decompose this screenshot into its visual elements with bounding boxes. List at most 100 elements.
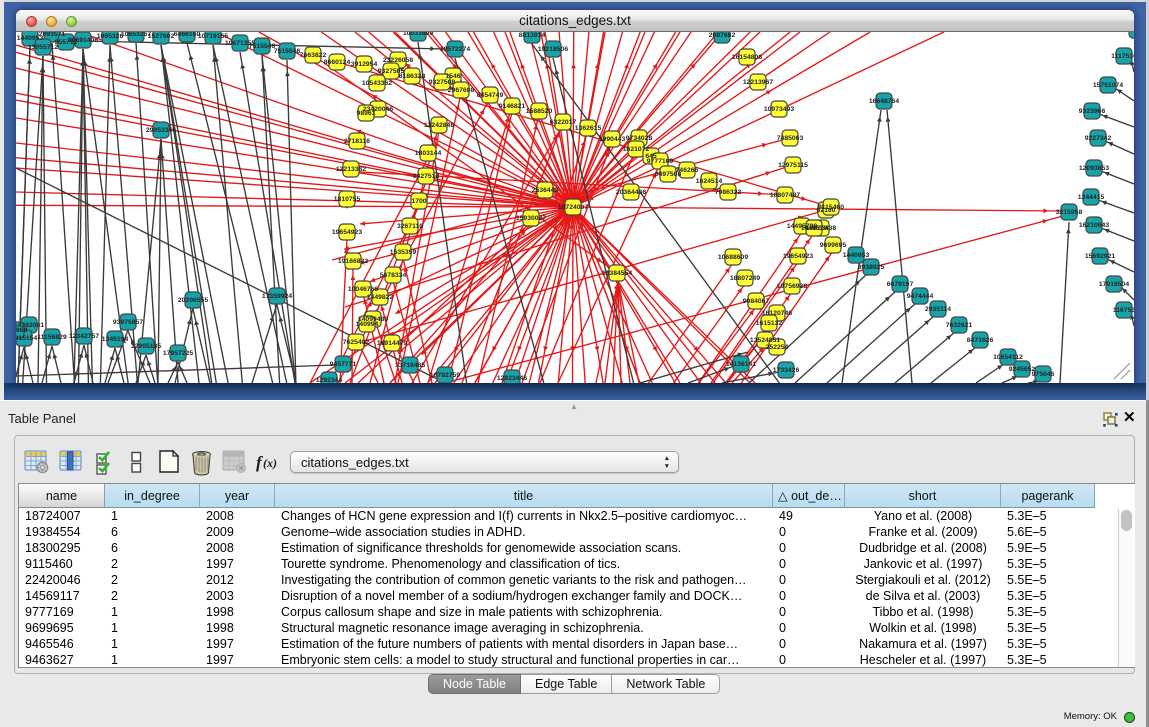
svg-text:971868: 971868	[16, 327, 28, 334]
svg-text:1624514: 1624514	[696, 178, 723, 185]
svg-text:3267110: 3267110	[397, 223, 423, 230]
svg-text:6679197: 6679197	[887, 281, 914, 288]
svg-text:23226058: 23226058	[383, 57, 413, 64]
svg-text:8660124: 8660124	[324, 59, 351, 66]
svg-text:2087682: 2087682	[709, 32, 736, 39]
svg-text:(x): (x)	[263, 456, 277, 470]
svg-text:1362615: 1362615	[575, 125, 602, 132]
svg-text:7515546: 7515546	[249, 43, 276, 50]
svg-text:16914479: 16914479	[377, 340, 407, 347]
svg-text:10653267: 10653267	[121, 32, 151, 38]
svg-text:20691406: 20691406	[68, 37, 98, 44]
svg-text:8454749: 8454749	[477, 92, 504, 99]
svg-text:6466160: 6466160	[174, 32, 201, 38]
svg-text:2935114: 2935114	[925, 306, 951, 313]
svg-text:1449579: 1449579	[801, 225, 828, 232]
svg-text:3915154: 3915154	[16, 335, 37, 342]
svg-text:9457771: 9457771	[330, 361, 357, 368]
svg-text:1292344: 1292344	[316, 377, 343, 383]
svg-text:7663822: 7663822	[300, 52, 327, 59]
svg-text:9146821: 9146821	[499, 103, 526, 110]
svg-text:1440953: 1440953	[843, 252, 870, 259]
svg-text:14136141: 14136141	[726, 361, 756, 368]
svg-text:12905135: 12905135	[131, 343, 161, 350]
svg-text:7625402: 7625402	[343, 339, 370, 346]
svg-text:18724007: 18724007	[558, 204, 588, 211]
svg-text:12213967: 12213967	[743, 79, 773, 86]
svg-text:10688609: 10688609	[718, 254, 748, 261]
svg-text:7515546: 7515546	[274, 48, 301, 55]
svg-text:140994: 140994	[356, 321, 379, 328]
svg-text:8186328: 8186328	[399, 73, 426, 80]
svg-text:1615132: 1615132	[756, 320, 783, 327]
svg-text:17359924: 17359924	[262, 293, 292, 300]
svg-text:5678334: 5678334	[380, 272, 407, 279]
svg-text:16782759: 16782759	[430, 372, 460, 379]
svg-text:2536443: 2536443	[532, 187, 559, 194]
svg-text:7986322: 7986322	[715, 189, 742, 196]
svg-text:93975857: 93975857	[113, 319, 143, 326]
svg-text:10973493: 10973493	[764, 106, 794, 113]
svg-text:19572274: 19572274	[440, 46, 470, 53]
svg-text:16154808: 16154808	[732, 54, 762, 61]
svg-text:10543362: 10543362	[362, 80, 392, 87]
svg-text:1527602: 1527602	[148, 33, 175, 40]
svg-text:12342757: 12342757	[69, 333, 99, 340]
svg-text:17016504: 17016504	[1099, 281, 1129, 288]
svg-text:8938925: 8938925	[858, 264, 885, 271]
svg-text:3912954: 3912954	[351, 61, 378, 68]
svg-text:12923446: 12923446	[497, 375, 527, 382]
svg-text:12093853: 12093853	[1079, 165, 1109, 172]
svg-text:16210643: 16210643	[1079, 222, 1109, 229]
svg-text:15751074: 15751074	[1093, 82, 1123, 89]
svg-text:19654923: 19654923	[783, 253, 813, 260]
svg-text:1621072: 1621072	[623, 146, 650, 153]
svg-text:975046: 975046	[1032, 371, 1055, 378]
svg-text:8813014: 8813014	[519, 32, 546, 39]
svg-text:20364436: 20364436	[616, 189, 646, 196]
svg-text:1345194: 1345194	[102, 336, 129, 343]
svg-text:10654112: 10654112	[993, 354, 1023, 361]
svg-text:9323966: 9323966	[1079, 108, 1106, 115]
svg-text:12975115: 12975115	[778, 162, 808, 169]
svg-text:1588520: 1588520	[526, 108, 553, 115]
svg-text:9115460: 9115460	[818, 204, 844, 211]
svg-text:1449822: 1449822	[367, 294, 394, 301]
svg-text:9699695: 9699695	[820, 242, 847, 249]
svg-text:9084067: 9084067	[743, 298, 770, 305]
svg-text:9734028: 9734028	[626, 135, 653, 142]
svg-text:1733426: 1733426	[773, 367, 800, 374]
svg-text:13524851: 13524851	[750, 337, 780, 344]
svg-text:17957225: 17957225	[163, 350, 193, 357]
svg-text:116753: 116753	[1113, 307, 1134, 314]
svg-text:1535359: 1535359	[390, 249, 417, 256]
svg-text:1244415: 1244415	[1078, 194, 1105, 201]
svg-text:15692921: 15692921	[1085, 253, 1115, 260]
svg-text:18807249: 18807249	[730, 275, 760, 282]
svg-text:1117536: 1117536	[1111, 53, 1134, 60]
svg-text:7485063: 7485063	[777, 135, 804, 142]
svg-text:12213382: 12213382	[336, 166, 366, 173]
svg-text:7632621: 7632621	[946, 322, 973, 329]
svg-text:9227342: 9227342	[1085, 135, 1112, 142]
svg-text:10719155: 10719155	[198, 33, 228, 40]
svg-text:29053346: 29053346	[146, 127, 176, 134]
svg-text:2093571: 2093571	[39, 32, 66, 38]
svg-text:1065326: 1065326	[97, 33, 124, 40]
svg-text:6322017: 6322017	[550, 119, 577, 126]
svg-text:9777169: 9777169	[647, 158, 674, 165]
svg-text:1700: 1700	[411, 198, 426, 205]
svg-text:3215958: 3215958	[1056, 209, 1083, 216]
svg-text:9474444: 9474444	[907, 293, 934, 300]
svg-text:16120746: 16120746	[762, 310, 792, 317]
svg-text:19654923: 19654923	[332, 229, 362, 236]
svg-text:10033809: 10033809	[403, 32, 433, 37]
svg-text:6497508: 6497508	[655, 171, 682, 178]
svg-text:10807487: 10807487	[770, 192, 800, 199]
svg-text:19166822: 19166822	[338, 258, 368, 265]
svg-text:19756928: 19756928	[777, 283, 807, 290]
svg-text:1990443: 1990443	[599, 136, 626, 143]
svg-text:252254: 252254	[766, 344, 789, 351]
svg-text:13716485: 13716485	[395, 362, 425, 369]
svg-text:9327508: 9327508	[429, 79, 456, 86]
